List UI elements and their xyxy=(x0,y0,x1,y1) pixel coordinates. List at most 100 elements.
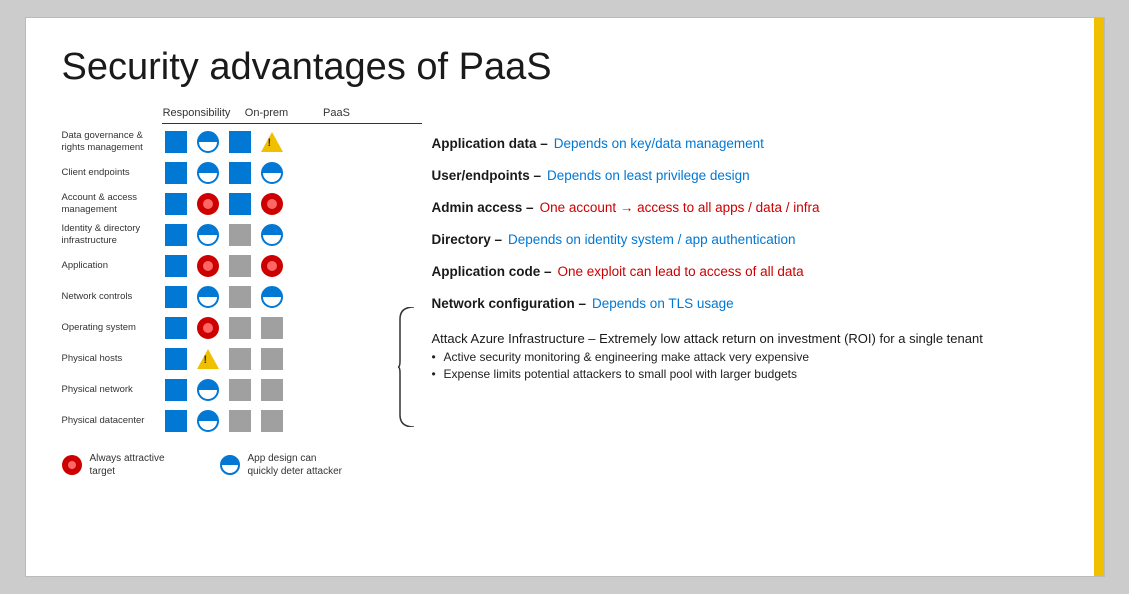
icon-cell xyxy=(162,345,190,373)
warning-icon xyxy=(197,349,219,369)
grey-square-icon xyxy=(229,410,251,432)
red-circle-inner xyxy=(203,323,213,333)
row-label: Identity & directory infrastructure xyxy=(62,223,162,247)
right-label: Admin access – xyxy=(432,199,534,217)
icon-cell xyxy=(194,376,222,404)
row-label: Application xyxy=(62,260,162,272)
blue-half-icon xyxy=(261,224,283,246)
icon-cell xyxy=(258,407,286,435)
grey-square-icon xyxy=(229,317,251,339)
icon-cell xyxy=(162,128,190,156)
icon-cell xyxy=(162,252,190,280)
slide-title: Security advantages of PaaS xyxy=(62,46,1068,89)
right-row-admin-access: Admin access – One account → access to a… xyxy=(432,199,1068,225)
legend-red-circle-icon xyxy=(62,455,82,475)
row-label: Operating system xyxy=(62,322,162,334)
icon-cell xyxy=(194,345,222,373)
blue-square-icon xyxy=(229,162,251,184)
table-header-row: Responsibility On-prem PaaS xyxy=(62,107,422,119)
right-content: Application data – Depends on key/data m… xyxy=(422,107,1068,478)
red-circle-icon xyxy=(197,193,219,215)
red-circle-inner xyxy=(203,199,213,209)
blue-square-icon xyxy=(165,255,187,277)
right-label: Network configuration – xyxy=(432,295,587,313)
icons-group xyxy=(162,407,392,435)
table-row: Physical hosts xyxy=(62,345,392,373)
icon-cell xyxy=(226,190,254,218)
table-rows-container: Data governance & rights management Clie… xyxy=(62,128,392,438)
red-circle-icon xyxy=(197,317,219,339)
table-row: Operating system xyxy=(62,314,392,342)
icon-cell xyxy=(258,252,286,280)
grey-square-icon xyxy=(261,317,283,339)
red-circle-inner xyxy=(203,261,213,271)
legend-label-blue: App design can quickly deter attacker xyxy=(248,452,348,478)
table-with-brace: Data governance & rights management Clie… xyxy=(62,128,422,438)
blue-half-icon xyxy=(197,410,219,432)
icon-cell xyxy=(226,159,254,187)
grey-square-icon xyxy=(229,255,251,277)
grey-square-icon xyxy=(229,379,251,401)
right-value: One exploit can lead to access of all da… xyxy=(558,263,804,281)
red-circle-icon xyxy=(197,255,219,277)
icon-cell xyxy=(194,190,222,218)
right-label: Directory – xyxy=(432,231,503,249)
attack-section: Attack Azure Infrastructure – Extremely … xyxy=(432,331,1068,381)
icons-group xyxy=(162,252,392,280)
icon-cell xyxy=(162,407,190,435)
blue-half-icon xyxy=(197,224,219,246)
blue-half-icon xyxy=(261,162,283,184)
icon-cell xyxy=(258,221,286,249)
grey-square-icon xyxy=(229,286,251,308)
legend-label-red: Always attractive target xyxy=(90,452,190,478)
icon-cell xyxy=(194,283,222,311)
attack-title-bold: Attack Azure Infrastructure – xyxy=(432,331,596,346)
icon-cell xyxy=(226,252,254,280)
blue-square-icon xyxy=(165,224,187,246)
blue-square-icon xyxy=(165,193,187,215)
responsibility-table: Responsibility On-prem PaaS Data governa… xyxy=(62,107,422,478)
slide: Security advantages of PaaS Responsibili… xyxy=(25,17,1105,577)
icon-cell xyxy=(258,190,286,218)
row-label: Data governance & rights management xyxy=(62,130,162,154)
icons-group xyxy=(162,314,392,342)
blue-square-icon xyxy=(229,131,251,153)
attack-title-normal: Extremely low attack return on investmen… xyxy=(596,331,983,346)
right-value: Depends on TLS usage xyxy=(592,295,734,313)
right-row-app-code: Application code – One exploit can lead … xyxy=(432,263,1068,289)
icon-cell xyxy=(194,407,222,435)
icon-cell xyxy=(162,159,190,187)
icon-cell xyxy=(162,283,190,311)
blue-square-icon xyxy=(165,379,187,401)
legend: Always attractive target App design can … xyxy=(62,452,422,478)
right-label: Application data – xyxy=(432,135,548,153)
right-value: Depends on key/data management xyxy=(554,135,764,153)
row-label: Physical datacenter xyxy=(62,415,162,427)
content-area: Responsibility On-prem PaaS Data governa… xyxy=(62,107,1068,478)
icon-cell xyxy=(226,128,254,156)
right-value: Depends on least privilege design xyxy=(547,167,750,185)
icon-cell xyxy=(194,221,222,249)
red-circle-icon xyxy=(261,255,283,277)
icon-cell xyxy=(226,283,254,311)
right-row-app-data: Application data – Depends on key/data m… xyxy=(432,135,1068,161)
legend-item-blue: App design can quickly deter attacker xyxy=(220,452,348,478)
table-row: Account & access management xyxy=(62,190,392,218)
right-value: One account → access to all apps / data … xyxy=(540,199,820,217)
icon-cell xyxy=(162,376,190,404)
row-label: Client endpoints xyxy=(62,167,162,179)
blue-square-icon xyxy=(165,317,187,339)
blue-square-icon xyxy=(165,348,187,370)
table-row: Physical datacenter xyxy=(62,407,392,435)
icons-group xyxy=(162,128,392,156)
icon-cell xyxy=(258,128,286,156)
icon-cell xyxy=(258,376,286,404)
table-row: Network controls xyxy=(62,283,392,311)
icons-group xyxy=(162,221,392,249)
grey-square-icon xyxy=(261,410,283,432)
icon-cell xyxy=(226,221,254,249)
right-label: User/endpoints – xyxy=(432,167,542,185)
divider-line xyxy=(162,123,422,124)
icon-cell xyxy=(226,407,254,435)
icon-cell xyxy=(258,159,286,187)
